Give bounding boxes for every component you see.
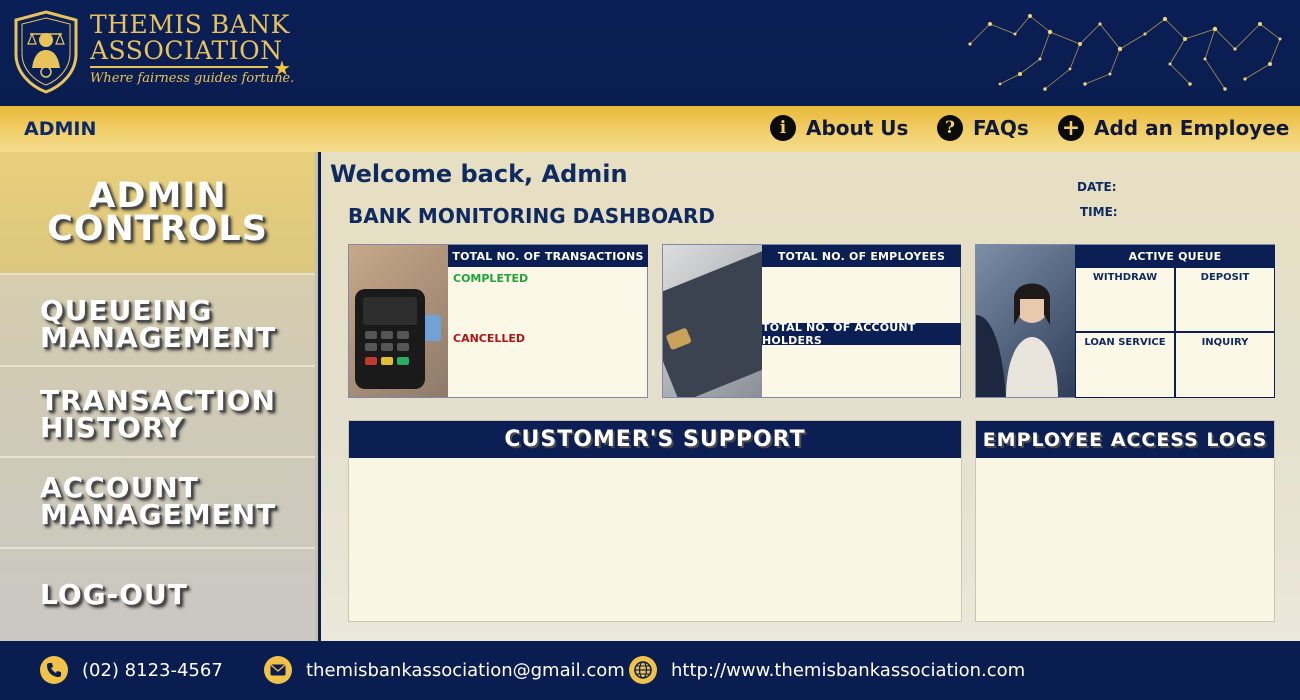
transactions-card: TOTAL NO. OF TRANSACTIONS COMPLETED CANC… <box>348 244 648 398</box>
active-queue-card: ACTIVE QUEUE WITHDRAW DEPOSIT LOAN SERVI… <box>975 244 1275 398</box>
cancelled-label: CANCELLED <box>453 332 526 345</box>
email-icon <box>264 656 292 684</box>
sidebar-item-transaction-history[interactable]: TRANSACTION HISTORY <box>0 365 315 456</box>
add-employee-label: Add an Employee <box>1094 116 1290 140</box>
top-nav-bar: ADMIN i About Us ? FAQs + Add an Employe… <box>0 106 1300 152</box>
question-icon: ? <box>937 115 963 141</box>
queue-inquiry-label: INQUIRY <box>1201 337 1249 348</box>
star-icon: ★ <box>273 56 291 80</box>
bank-teller-icon <box>976 283 1058 397</box>
footer-email[interactable]: themisbankassociation@gmail.com <box>264 656 625 684</box>
dashboard-title: BANK MONITORING DASHBOARD <box>348 204 716 228</box>
card-terminal-photo <box>349 245 448 397</box>
faqs-label: FAQs <box>973 116 1029 140</box>
footer-website-text: http://www.themisbankassociation.com <box>671 659 1026 681</box>
brand-name: THEMIS BANK ASSOCIATION Where fairness g… <box>90 12 294 86</box>
footer-phone[interactable]: (02) 8123-4567 <box>40 656 223 684</box>
phone-icon <box>40 656 68 684</box>
time-label: TIME: <box>1080 205 1118 219</box>
queue-deposit-cell: DEPOSIT <box>1175 267 1275 332</box>
sidebar-item-label: HISTORY <box>40 411 185 444</box>
customer-support-panel[interactable]: CUSTOMER'S SUPPORT <box>348 420 962 622</box>
employees-card-header: TOTAL NO. OF EMPLOYEES <box>762 245 961 267</box>
queue-inquiry-cell: INQUIRY <box>1175 332 1275 398</box>
admin-controls-line-1: ADMIN <box>88 175 227 216</box>
sidebar-item-log-out[interactable]: LOG-OUT <box>0 547 315 641</box>
employees-card: TOTAL NO. OF EMPLOYEES TOTAL NO. OF ACCO… <box>662 244 961 398</box>
credit-card-icon <box>663 251 762 397</box>
themis-shield-logo-icon <box>14 10 78 94</box>
card-terminal-icon <box>355 289 441 389</box>
queue-withdraw-cell: WITHDRAW <box>1075 267 1175 332</box>
employee-access-logs-title: EMPLOYEE ACCESS LOGS <box>976 421 1274 458</box>
footer-phone-text: (02) 8123-4567 <box>82 659 223 681</box>
sidebar-item-label: ACCOUNT <box>40 471 199 504</box>
info-icon: i <box>770 115 796 141</box>
queue-loan-label: LOAN SERVICE <box>1084 337 1166 348</box>
admin-controls-title: ADMIN CONTROLS <box>0 152 315 273</box>
admin-sidebar: ADMIN CONTROLS QUEUEING MANAGEMENT TRANS… <box>0 152 318 641</box>
employee-access-logs-panel[interactable]: EMPLOYEE ACCESS LOGS <box>975 420 1275 622</box>
queue-withdraw-label: WITHDRAW <box>1092 272 1158 283</box>
dashboard-main: Welcome back, Admin BANK MONITORING DASH… <box>321 152 1300 641</box>
brand-line-2: ASSOCIATION <box>90 36 283 65</box>
brand-divider <box>90 66 268 68</box>
sidebar-item-account-management[interactable]: ACCOUNT MANAGEMENT <box>0 456 315 547</box>
admin-controls-line-2: CONTROLS <box>47 208 268 249</box>
add-employee-link[interactable]: + Add an Employee <box>1058 115 1289 141</box>
sidebar-item-queueing-management[interactable]: QUEUEING MANAGEMENT <box>0 273 315 365</box>
date-label: DATE: <box>1077 180 1117 194</box>
customer-support-title: CUSTOMER'S SUPPORT <box>349 421 961 458</box>
queue-deposit-label: DEPOSIT <box>1200 272 1250 283</box>
account-holders-card-header: TOTAL NO. OF ACCOUNT HOLDERS <box>762 321 961 347</box>
footer: (02) 8123-4567 themisbankassociation@gma… <box>0 641 1300 700</box>
faqs-link[interactable]: ? FAQs <box>937 115 1029 141</box>
transactions-card-header: TOTAL NO. OF TRANSACTIONS <box>448 245 648 267</box>
sidebar-item-label: MANAGEMENT <box>40 498 277 531</box>
sidebar-item-label: MANAGEMENT <box>40 321 277 354</box>
queue-loan-cell: LOAN SERVICE <box>1075 332 1175 398</box>
role-label: ADMIN <box>24 118 97 140</box>
globe-icon <box>629 656 657 684</box>
welcome-heading: Welcome back, Admin <box>330 160 628 188</box>
customer-service-photo <box>976 245 1075 397</box>
sidebar-item-label: TRANSACTION <box>40 384 276 417</box>
header: THEMIS BANK ASSOCIATION Where fairness g… <box>0 0 1300 106</box>
sidebar-item-label: QUEUEING <box>40 294 213 327</box>
footer-website[interactable]: http://www.themisbankassociation.com <box>629 656 1025 684</box>
sidebar-item-label: LOG-OUT <box>40 578 188 611</box>
footer-email-text: themisbankassociation@gmail.com <box>306 659 625 681</box>
plus-icon: + <box>1058 115 1084 141</box>
credit-card-photo <box>663 245 762 397</box>
constellation-decoration-icon <box>968 14 1282 91</box>
completed-label: COMPLETED <box>453 272 529 285</box>
about-us-link[interactable]: i About Us <box>770 115 908 141</box>
brand-tagline: Where fairness guides fortune. <box>90 71 295 86</box>
brand-line-1: THEMIS BANK <box>90 10 290 39</box>
active-queue-header: ACTIVE QUEUE <box>1075 245 1275 267</box>
about-us-label: About Us <box>806 116 909 140</box>
